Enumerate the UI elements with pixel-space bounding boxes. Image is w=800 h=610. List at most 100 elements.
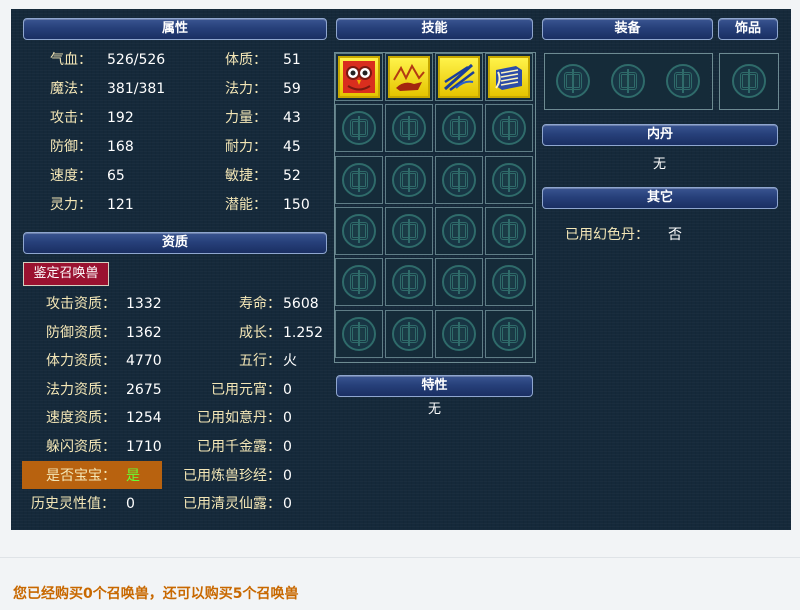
- aptitude-value: 1.252: [283, 324, 324, 341]
- attr-label: 攻击：: [50, 110, 92, 126]
- aptitude-label: 已用如意丹：: [197, 410, 281, 427]
- attr-label: 体质：: [225, 52, 267, 68]
- empty-slot-icon: [492, 265, 526, 300]
- equipment-slot[interactable]: [655, 54, 710, 108]
- empty-slot-icon: [442, 316, 476, 351]
- attr-value: 121: [107, 197, 134, 213]
- empty-slot-icon: [392, 111, 426, 146]
- huanse-pill-value: 否: [668, 227, 682, 243]
- attr-value: 59: [283, 81, 301, 97]
- empty-skill-slot[interactable]: [435, 258, 483, 307]
- empty-slot-icon: [442, 213, 476, 248]
- aptitude-value: 0: [283, 467, 292, 484]
- traits-value: 无: [428, 402, 442, 417]
- equipment-slot[interactable]: [600, 54, 655, 108]
- empty-skill-slot[interactable]: [385, 258, 433, 307]
- empty-slot-icon: [342, 316, 376, 351]
- empty-skill-slot[interactable]: [335, 206, 383, 255]
- aptitude-value: 火: [283, 353, 297, 370]
- empty-skill-slot[interactable]: [485, 104, 533, 153]
- empty-slot-icon: [442, 265, 476, 300]
- owl-skill-icon[interactable]: [338, 56, 380, 98]
- attr-value: 192: [107, 110, 134, 126]
- other-header: 其它: [542, 187, 778, 209]
- inner-pill-value: 无: [653, 157, 667, 172]
- attr-label: 敏捷：: [225, 168, 267, 184]
- purchase-status-text: 您已经购买0个召唤兽，还可以购买5个召唤兽: [13, 586, 299, 602]
- empty-skill-slot[interactable]: [485, 309, 533, 358]
- aptitude-value: 0: [283, 496, 292, 513]
- aptitude-label: 躲闪资质：: [46, 439, 116, 455]
- empty-skill-slot[interactable]: [385, 155, 433, 204]
- empty-slot-icon: [555, 64, 590, 98]
- fox-skill-icon[interactable]: [388, 56, 430, 98]
- empty-slot-icon: [342, 162, 376, 197]
- attr-value: 381/381: [107, 81, 166, 97]
- empty-slot-icon: [442, 111, 476, 146]
- attr-label: 魔法：: [50, 81, 92, 97]
- empty-skill-slot[interactable]: [335, 258, 383, 307]
- empty-slot-icon: [392, 162, 426, 197]
- skills-header: 技能: [336, 18, 533, 40]
- attr-value: 168: [107, 139, 134, 155]
- aptitude-label: 历史灵性值：: [31, 496, 115, 513]
- attr-value: 150: [283, 197, 310, 213]
- skill-slot[interactable]: [435, 53, 483, 101]
- blue-claw-skill-icon[interactable]: [438, 56, 480, 98]
- empty-slot-icon: [392, 265, 426, 300]
- empty-skill-slot[interactable]: [335, 309, 383, 358]
- attr-value: 45: [283, 139, 301, 155]
- empty-skill-slot[interactable]: [485, 155, 533, 204]
- empty-slot-icon: [392, 213, 426, 248]
- attr-value: 65: [107, 168, 125, 184]
- aptitude-value: 0: [126, 496, 135, 513]
- aptitude-label: 已用清灵仙露：: [183, 496, 281, 513]
- empty-skill-slot[interactable]: [435, 206, 483, 255]
- empty-skill-slot[interactable]: [385, 309, 433, 358]
- aptitude-value: 4770: [126, 353, 162, 370]
- skill-slot[interactable]: [385, 53, 433, 101]
- equipment-slot[interactable]: [545, 54, 600, 108]
- skill-slot[interactable]: [485, 53, 533, 101]
- aptitude-label: 速度资质：: [46, 410, 116, 427]
- aptitude-value: 0: [283, 439, 292, 455]
- empty-skill-slot[interactable]: [335, 155, 383, 204]
- attr-value: 52: [283, 168, 301, 184]
- accessory-header: 饰品: [718, 18, 778, 40]
- appraise-pet-button[interactable]: 鉴定召唤兽: [23, 262, 109, 286]
- aptitude-label: 已用炼兽珍经：: [183, 467, 281, 484]
- empty-skill-slot[interactable]: [385, 104, 433, 153]
- empty-slot-icon: [665, 64, 700, 98]
- attr-value: 526/526: [107, 52, 166, 68]
- empty-slot-icon: [492, 162, 526, 197]
- attr-label: 潜能：: [225, 197, 267, 213]
- traits-header: 特性: [336, 375, 533, 397]
- attr-value: 43: [283, 110, 301, 126]
- empty-skill-slot[interactable]: [435, 309, 483, 358]
- empty-slot-icon: [492, 316, 526, 351]
- aptitude-value: 1362: [126, 324, 162, 341]
- scroll-skill-icon[interactable]: [488, 56, 530, 98]
- empty-skill-slot[interactable]: [485, 206, 533, 255]
- empty-skill-slot[interactable]: [335, 104, 383, 153]
- aptitude-header: 资质: [23, 232, 327, 254]
- empty-slot-icon: [392, 316, 426, 351]
- aptitude-value: 1710: [126, 439, 162, 455]
- attr-label: 力量：: [225, 110, 267, 126]
- skill-slot[interactable]: [335, 53, 383, 101]
- attr-label: 速度：: [50, 168, 92, 184]
- attr-label: 灵力：: [50, 197, 92, 213]
- empty-slot-icon: [442, 162, 476, 197]
- empty-skill-slot[interactable]: [385, 206, 433, 255]
- aptitude-value: 是: [126, 467, 140, 484]
- empty-skill-slot[interactable]: [485, 258, 533, 307]
- aptitude-label: 五行：: [239, 353, 281, 370]
- aptitude-label: 已用元宵：: [211, 381, 281, 398]
- divider: [0, 557, 800, 558]
- aptitude-label: 成长：: [239, 324, 281, 341]
- empty-skill-slot[interactable]: [435, 104, 483, 153]
- empty-slot-icon: [342, 213, 376, 248]
- empty-skill-slot[interactable]: [435, 155, 483, 204]
- aptitude-value: 1254: [126, 410, 162, 427]
- attr-label: 防御：: [50, 139, 92, 155]
